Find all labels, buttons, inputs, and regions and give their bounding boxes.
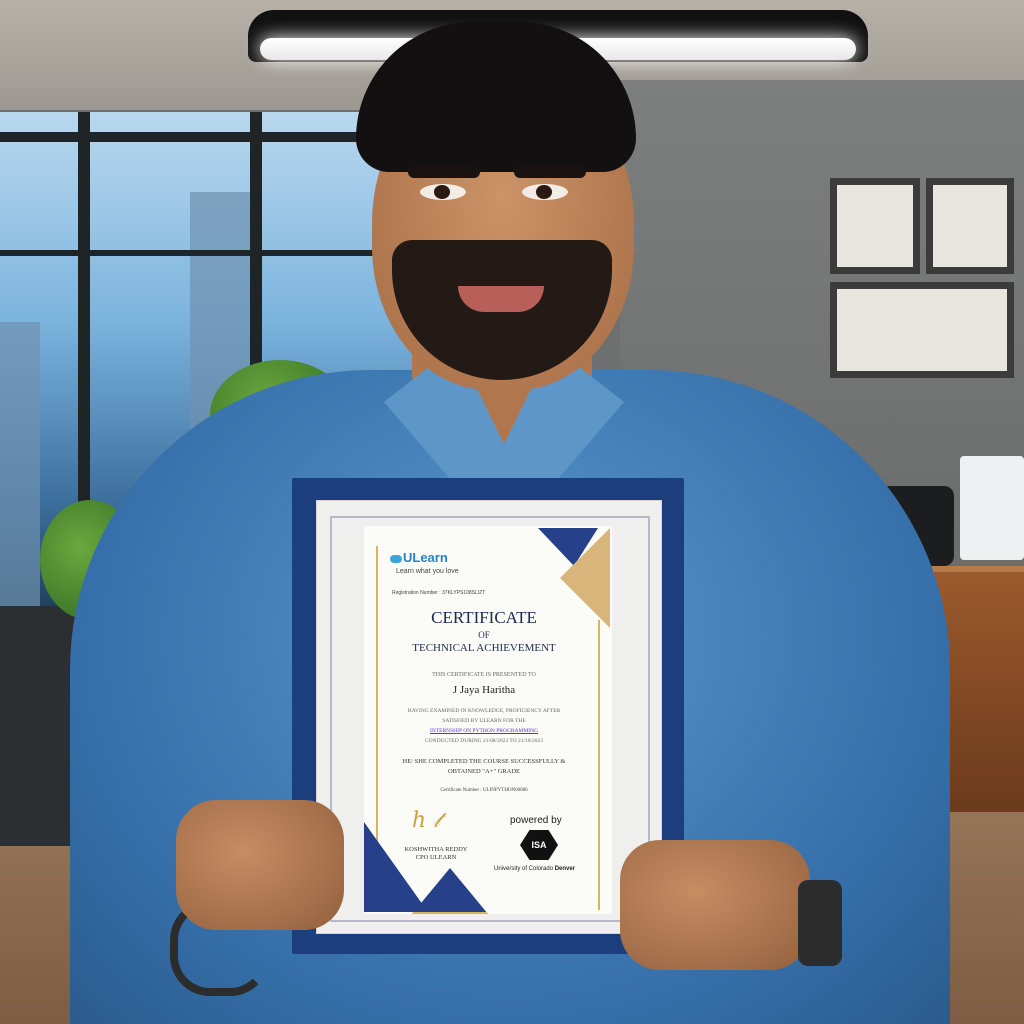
signatory-name: KOSHWITHA REDDY [404, 846, 468, 853]
certificate-title: CERTIFICATE [431, 608, 537, 627]
powered-by-label: powered by [510, 815, 562, 826]
completion-text: HE/ SHE COMPLETED THE COURSE SUCCESSFULL… [402, 758, 566, 765]
certificate-title-of: OF [478, 630, 490, 640]
university-text: University of Colorado [494, 866, 555, 872]
eyebrow [514, 166, 586, 178]
wall-picture-frame [830, 282, 1014, 378]
ulearn-logo: ULearn [390, 550, 448, 565]
photo-scene: ULearn Learn what you love Registration … [0, 0, 1024, 1024]
grade-text: OBTAINED "A+" GRADE [447, 768, 520, 775]
university-name: University of Colorado Denver [494, 866, 575, 872]
computer-monitor [960, 456, 1024, 560]
signature-image: ℎ 𝓉 [412, 808, 441, 833]
wristwatch [798, 880, 842, 966]
signatory-block: KOSHWITHA REDDY CPO ULEARN [400, 846, 472, 862]
eyebrow [408, 166, 480, 178]
eye [420, 184, 466, 200]
certificate-subtitle: TECHNICAL ACHIEVEMENT [412, 642, 556, 654]
bracelet [170, 900, 270, 996]
body-text-line: SATISFIED BY ULEARN FOR THE [442, 718, 526, 724]
wall-picture-frame [926, 178, 1014, 274]
certificate-number: Certificate Number : ULINPYTHON00086 [440, 788, 528, 793]
person-smile [458, 286, 544, 312]
window-frame [0, 250, 420, 256]
university-text-bold: Denver [554, 866, 576, 872]
logo-tagline: Learn what you love [396, 568, 459, 575]
body-text-line: HAVING EXAMINED IN KNOWLEDGE, PROFICIENC… [407, 708, 561, 714]
course-name: INTERNSHIP ON PYTHON PROGRAMMING [429, 728, 539, 734]
logo-text: ULearn [403, 550, 448, 565]
course-dates: CONDUCTED DURING 21/08/2023 TO 21/10/202… [424, 738, 544, 744]
recipient-name: J Jaya Haritha [452, 684, 516, 696]
right-hand [620, 840, 810, 970]
cloud-icon [390, 554, 402, 563]
wall-picture-frame [830, 178, 920, 274]
gold-border-line [598, 620, 600, 910]
signatory-title: CPO ULEARN [415, 854, 457, 861]
presented-to-text: THIS CERTIFICATE IS PRESENTED TO [432, 672, 536, 678]
eye [522, 184, 568, 200]
city-building [0, 322, 40, 622]
registration-number: Registration Number : 37KLYPS108SLIZT [392, 590, 486, 596]
